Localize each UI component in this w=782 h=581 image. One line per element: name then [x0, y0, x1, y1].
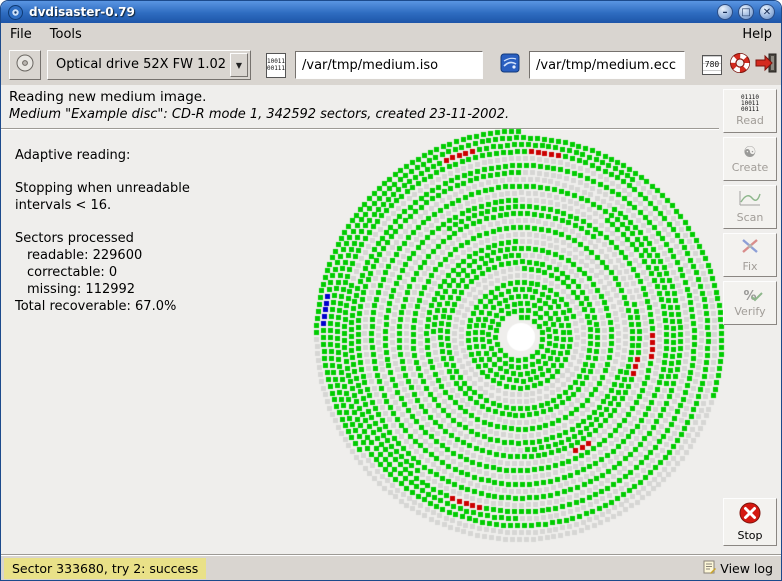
readable-count: readable: 229600: [15, 247, 190, 264]
help-button[interactable]: [727, 51, 753, 79]
window-controls: – □ ✕: [717, 4, 775, 20]
image-file-icon: 10011 00111: [266, 53, 286, 78]
close-button[interactable]: ✕: [759, 4, 775, 20]
stopping-line1: Stopping when unreadable: [15, 180, 190, 197]
drive-icon: [15, 53, 35, 77]
reading-info-panel: Adaptive reading: Stopping when unreadab…: [15, 147, 190, 315]
adaptive-reading-title: Adaptive reading:: [15, 147, 190, 164]
maximize-button[interactable]: □: [738, 4, 754, 20]
scan-button[interactable]: Scan: [723, 185, 777, 229]
exit-arrow-icon: [754, 52, 778, 78]
image-file-button[interactable]: 10011 00111: [261, 50, 291, 80]
verify-button[interactable]: % Verify: [723, 281, 777, 325]
menubar: File Tools Help: [1, 23, 781, 45]
ecc-file-input[interactable]: [529, 51, 685, 79]
fix-button[interactable]: Fix: [723, 233, 777, 277]
app-icon: [8, 5, 23, 20]
app-window: dvdisaster-0.79 – □ ✕ File Tools Help Op…: [0, 0, 782, 581]
correctable-count: correctable: 0: [15, 264, 190, 281]
sectors-processed-title: Sectors processed: [15, 230, 190, 247]
create-button[interactable]: ☯ Create: [723, 137, 777, 181]
menu-file[interactable]: File: [1, 25, 41, 44]
window-title: dvdisaster-0.79: [29, 5, 717, 19]
stop-button[interactable]: Stop: [723, 498, 777, 546]
missing-count: missing: 112992: [15, 281, 190, 298]
titlebar[interactable]: dvdisaster-0.79 – □ ✕: [1, 1, 781, 23]
image-file-input[interactable]: [295, 51, 483, 79]
log-icon: [703, 560, 716, 577]
quit-button[interactable]: [753, 51, 779, 79]
menu-help[interactable]: Help: [733, 25, 781, 44]
read-icon: 01110 10011 00111: [741, 95, 759, 113]
sidebar: 01110 10011 00111 Read ☯ Create Scan: [723, 89, 779, 554]
toolbar: Optical drive 52X FW 1.02 ▼ 10011 00111: [1, 45, 781, 85]
image-size-button[interactable]: 780: [699, 51, 725, 79]
drive-selector-value: Optical drive 52X FW 1.02: [48, 51, 228, 79]
stop-icon: [739, 502, 761, 528]
read-button[interactable]: 01110 10011 00111 Read: [723, 89, 777, 133]
status-headline: Reading new medium image.: [9, 89, 206, 105]
statusbar: Sector 333680, try 2: success View log: [1, 554, 781, 581]
fix-icon: [740, 237, 760, 259]
chevron-down-icon[interactable]: ▼: [230, 53, 248, 77]
minimize-button[interactable]: –: [717, 4, 733, 20]
menu-tools[interactable]: Tools: [41, 25, 91, 44]
status-message: Sector 333680, try 2: success: [4, 558, 206, 579]
view-log-button[interactable]: View log: [695, 560, 781, 577]
drive-select-button[interactable]: [9, 50, 41, 80]
image-size-icon: 780: [702, 55, 722, 75]
verify-icon: %: [743, 289, 756, 304]
ecc-file-icon: [500, 53, 520, 77]
total-recoverable: Total recoverable: 67.0%: [15, 298, 190, 315]
lifebelt-help-icon: [729, 52, 751, 78]
stopping-line2: intervals < 16.: [15, 197, 190, 214]
ecc-file-button[interactable]: [495, 50, 525, 80]
disc-spiral-visualization: [301, 117, 741, 557]
drive-selector[interactable]: Optical drive 52X FW 1.02 ▼: [47, 50, 251, 80]
create-icon: ☯: [743, 144, 756, 160]
scan-icon: [739, 190, 761, 210]
main-area: Reading new medium image. Medium "Exampl…: [1, 85, 781, 554]
